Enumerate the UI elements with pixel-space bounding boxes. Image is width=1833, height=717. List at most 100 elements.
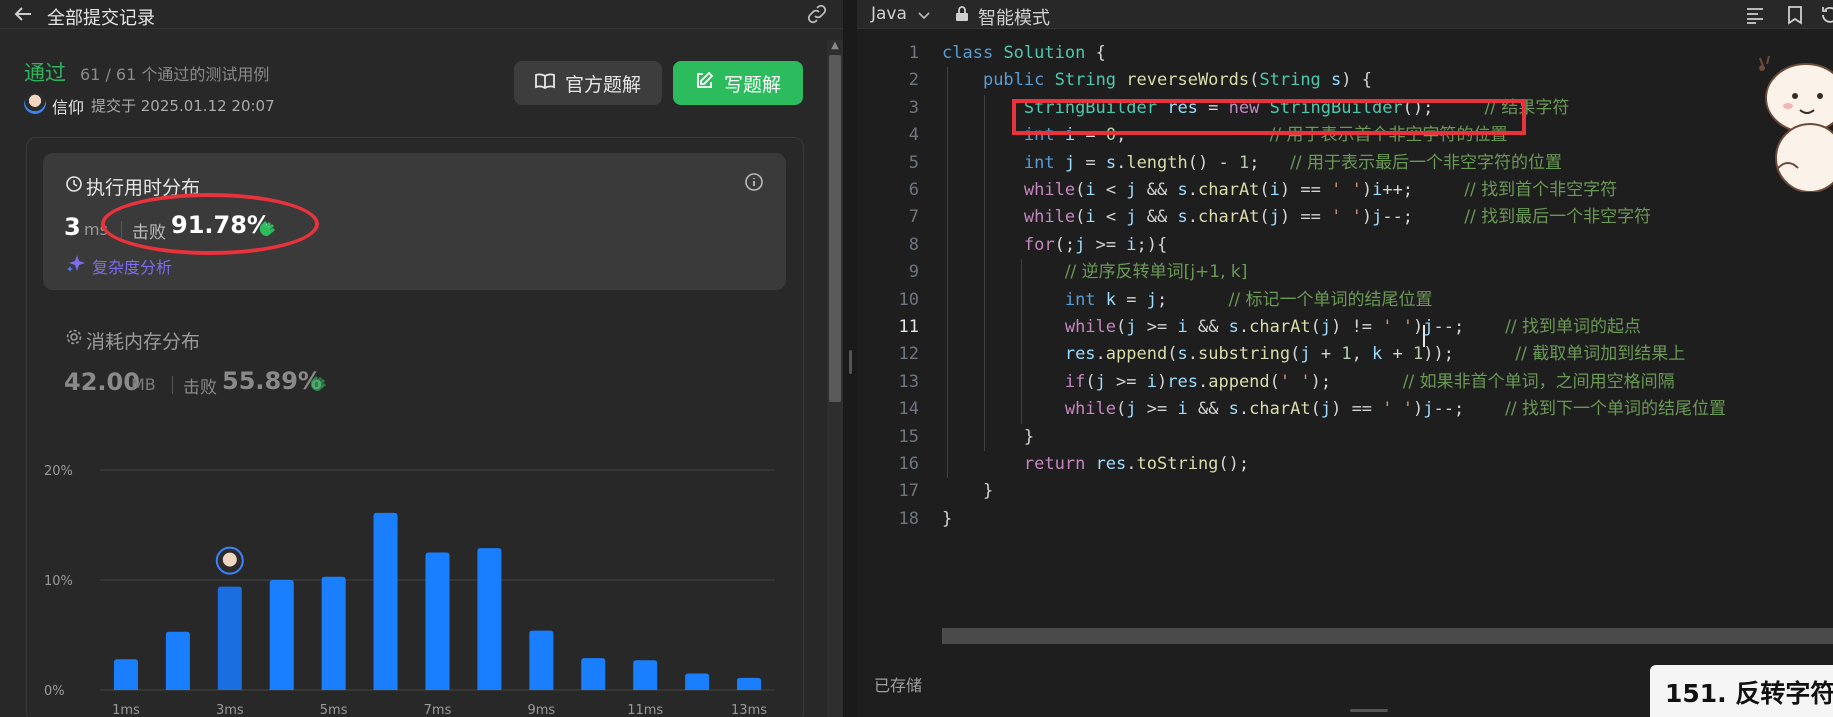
code-line[interactable]: 18} <box>857 506 1833 533</box>
indent-guide <box>983 94 985 451</box>
code-text: return res.toString(); <box>1023 454 1250 474</box>
clock-icon <box>65 175 83 193</box>
all-submissions-link[interactable]: 全部提交记录 <box>47 4 155 30</box>
code-text: if(j >= i)res.append(' '); // 如果非首个单词，之间… <box>1064 371 1675 392</box>
code-text: } <box>942 481 994 502</box>
x-tick-label: 5ms <box>320 703 348 717</box>
link-icon[interactable] <box>806 3 830 27</box>
runtime-distribution-chart[interactable]: 20% 10% 0% 1ms 3ms 5ms 7ms 9ms 11ms 13ms <box>40 450 780 717</box>
code-line[interactable]: 9 // 逆序反转单词[j+1, k] <box>857 259 1833 286</box>
indent-guide <box>946 67 948 479</box>
chart-bar[interactable] <box>165 631 190 690</box>
line-number: 17 <box>898 481 919 502</box>
code-line[interactable]: 7 while(i < j && s.charAt(j) == ' ')j--;… <box>857 204 1833 231</box>
back-arrow-icon[interactable] <box>12 3 36 27</box>
info-icon[interactable] <box>744 172 764 192</box>
code-line[interactable]: 12 res.append(s.substring(j + 1, k + 1))… <box>857 341 1833 368</box>
y-tick-label: 10% <box>44 574 73 589</box>
text-cursor <box>1423 325 1425 347</box>
chart-bar[interactable] <box>477 548 502 690</box>
code-text: res.append(s.substring(j + 1, k + 1)); /… <box>1064 344 1686 365</box>
cartoon-sticker-image <box>1740 38 1833 193</box>
x-tick-label: 1ms <box>112 703 140 717</box>
memory-beats-label: 击败 <box>183 378 217 398</box>
indent-guide <box>1021 259 1023 424</box>
problem-title: 151. 反转字符串 <box>1665 679 1833 708</box>
chart-bar[interactable] <box>373 512 398 690</box>
format-icon[interactable] <box>1745 5 1765 25</box>
divider <box>172 376 173 394</box>
code-text: int k = j; // 标记一个单词的结尾位置 <box>1064 289 1433 310</box>
line-number: 18 <box>898 508 919 529</box>
line-number: 2 <box>908 70 919 91</box>
chart-bar[interactable] <box>529 630 554 690</box>
horizontal-scrollbar[interactable] <box>942 628 1833 644</box>
line-number: 1 <box>908 43 919 63</box>
code-line[interactable]: 10 int k = j; // 标记一个单词的结尾位置 <box>857 287 1833 314</box>
code-line[interactable]: 17 } <box>857 478 1833 505</box>
write-solution-button[interactable]: 写题解 <box>673 61 803 105</box>
code-line[interactable]: 14 while(j >= i && s.charAt(j) == ' ')j-… <box>857 396 1833 423</box>
line-number: 4 <box>908 125 919 146</box>
code-text: while(j >= i && s.charAt(j) == ' ')j--; … <box>1064 399 1727 420</box>
code-text: // 逆序反转单词[j+1, k] <box>1064 262 1248 283</box>
official-solution-label: 官方题解 <box>564 73 641 96</box>
code-line[interactable]: 1 class Solution { <box>857 40 1833 67</box>
x-tick-label: 7ms <box>424 703 452 717</box>
code-text: while(i < j && s.charAt(i) == ' ')i++; /… <box>1023 180 1618 200</box>
code-line[interactable]: 2 public String reverseWords(String s) { <box>857 67 1833 94</box>
chart-bar[interactable] <box>425 552 450 691</box>
resize-handle[interactable] <box>1350 709 1388 712</box>
bookmark-icon[interactable] <box>1785 5 1805 25</box>
line-number: 6 <box>908 180 919 200</box>
chart-bar[interactable] <box>737 677 762 690</box>
code-line[interactable]: 8 for(;j >= i;){ <box>857 232 1833 259</box>
memory-distribution-title[interactable]: 消耗内存分布 <box>86 327 200 354</box>
code-line[interactable]: 5 int j = s.length() - 1; // 用于表示最后一个非空字… <box>857 150 1833 177</box>
chart-user-avatar <box>215 546 244 575</box>
reset-icon[interactable] <box>1820 5 1833 25</box>
runtime-value: 3 <box>64 213 81 241</box>
code-line[interactable]: 6 while(i < j && s.charAt(i) == ' ')i++;… <box>857 177 1833 204</box>
line-number: 16 <box>898 454 919 474</box>
line-number: 11 <box>898 317 919 337</box>
scrollbar-thumb[interactable] <box>829 55 841 402</box>
code-line[interactable]: 13 if(j >= i)res.append(' '); // 如果非首个单词… <box>857 369 1833 396</box>
line-number: 7 <box>908 207 919 228</box>
clap-icon <box>307 371 329 393</box>
avatar[interactable] <box>24 92 46 114</box>
complexity-analysis-link[interactable]: 复杂度分析 <box>92 254 172 278</box>
official-solution-button[interactable]: 官方题解 <box>514 61 662 105</box>
line-number: 12 <box>898 344 919 365</box>
chart-bar[interactable] <box>321 576 346 690</box>
x-tick-label: 11ms <box>627 703 663 717</box>
x-tick-label: 3ms <box>216 703 244 717</box>
chart-bar[interactable] <box>269 580 294 690</box>
chart-bar[interactable] <box>633 660 658 690</box>
chart-bar[interactable] <box>685 673 710 691</box>
code-text: class Solution { <box>942 43 1106 63</box>
language-select[interactable]: Java <box>871 4 907 24</box>
code-line[interactable]: 11 while(j >= i && s.charAt(j) != ' ')j-… <box>857 314 1833 341</box>
smart-mode-toggle[interactable]: 智能模式 <box>978 4 1050 30</box>
code-line[interactable]: 16 return res.toString(); <box>857 451 1833 478</box>
book-icon <box>535 72 555 95</box>
code-text: } <box>942 426 1035 447</box>
scroll-up-arrow-icon[interactable]: ▲ <box>829 40 841 52</box>
line-number: 14 <box>898 399 919 420</box>
code-text: while(j >= i && s.charAt(j) != ' ')j--; … <box>1064 317 1642 337</box>
result-status: 通过 <box>24 61 66 85</box>
chart-bar[interactable] <box>581 658 606 690</box>
code-line[interactable]: 15 } <box>857 424 1833 451</box>
line-number: 13 <box>898 371 919 392</box>
chart-bar[interactable] <box>217 586 242 690</box>
username[interactable]: 信仰 <box>52 94 84 118</box>
memory-value: 42.00 <box>64 368 140 396</box>
chart-bar[interactable] <box>113 659 138 690</box>
code-text: for(;j >= i;){ <box>1023 234 1168 255</box>
x-tick-label: 9ms <box>527 703 555 717</box>
gear-icon <box>65 328 83 346</box>
splitter-handle[interactable] <box>849 350 852 374</box>
chevron-down-icon[interactable] <box>917 7 931 21</box>
line-number: 9 <box>908 262 919 283</box>
